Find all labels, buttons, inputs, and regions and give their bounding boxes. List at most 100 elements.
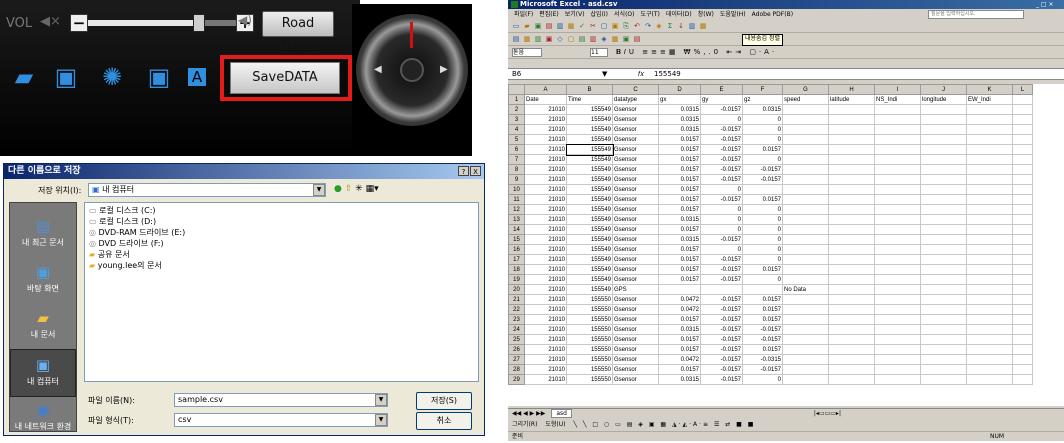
- sheet-cell[interactable]: 21010: [524, 194, 567, 205]
- column-header[interactable]: E: [700, 84, 743, 95]
- sheet-cell[interactable]: [1012, 134, 1033, 145]
- place-my-computer[interactable]: ▣ 내 컴퓨터: [10, 349, 76, 397]
- sheet-cell[interactable]: [828, 174, 875, 185]
- sheet-cell[interactable]: 155549: [566, 244, 613, 255]
- list-item[interactable]: ▰ 공유 문서: [89, 249, 130, 260]
- toolbar-button-icon[interactable]: ▥: [534, 35, 542, 43]
- column-header[interactable]: I: [874, 84, 921, 95]
- sheet-cell[interactable]: [966, 144, 1013, 155]
- sheet-cell[interactable]: Gsensor: [612, 334, 659, 345]
- sheet-cell[interactable]: [920, 244, 967, 255]
- toolbar-button-icon[interactable]: ✓: [578, 22, 586, 30]
- sheet-cell[interactable]: gz: [742, 94, 783, 105]
- sheet-cell[interactable]: 0.0157: [658, 244, 701, 255]
- row-header[interactable]: 18: [508, 264, 525, 275]
- sheet-cell[interactable]: 0.0157: [742, 344, 783, 355]
- sheet-cell[interactable]: -0.0157: [700, 334, 743, 345]
- dial-center-button[interactable]: [400, 58, 424, 82]
- sheet-cell[interactable]: 21010: [524, 174, 567, 185]
- sheet-cell[interactable]: 21010: [524, 184, 567, 195]
- column-header[interactable]: G: [782, 84, 829, 95]
- sheet-cell[interactable]: 0.0472: [658, 304, 701, 315]
- sheet-cell[interactable]: GPS: [612, 284, 659, 295]
- sheet-cell[interactable]: 0: [742, 154, 783, 165]
- sheet-cell[interactable]: 0.0315: [742, 104, 783, 115]
- sheet-cell[interactable]: [782, 174, 829, 185]
- sheet-cell[interactable]: 0.0157: [742, 264, 783, 275]
- sheet-cell[interactable]: 155550: [566, 344, 613, 355]
- sheet-cell[interactable]: [874, 264, 921, 275]
- sheet-cell[interactable]: [920, 374, 967, 385]
- sheet-cell[interactable]: 0: [742, 124, 783, 135]
- sheet-cell[interactable]: -0.0157: [700, 174, 743, 185]
- toolbar-button-icon[interactable]: ▦: [699, 22, 707, 30]
- sheet-cell[interactable]: 21010: [524, 364, 567, 375]
- sheet-cell[interactable]: [874, 354, 921, 365]
- sheet-cell[interactable]: 0.0157: [658, 264, 701, 275]
- sheet-cell[interactable]: [782, 274, 829, 285]
- sheet-cell[interactable]: [874, 174, 921, 185]
- sheet-cell[interactable]: [828, 224, 875, 235]
- sheet-cell[interactable]: [920, 164, 967, 175]
- sheet-cell[interactable]: [742, 184, 783, 195]
- row-header[interactable]: 24: [508, 324, 525, 335]
- sheet-cell[interactable]: [920, 264, 967, 275]
- chevron-down-icon[interactable]: ▼: [375, 414, 387, 426]
- cancel-button[interactable]: 취소: [416, 412, 472, 430]
- sheet-cell[interactable]: [966, 124, 1013, 135]
- font-size-select[interactable]: 11: [590, 48, 608, 57]
- sheet-cell[interactable]: [1012, 314, 1033, 325]
- sheet-cell[interactable]: 0.0315: [658, 324, 701, 335]
- sheet-cell[interactable]: [828, 154, 875, 165]
- sheet-cell[interactable]: [828, 104, 875, 115]
- sheet-cell[interactable]: -0.0157: [700, 364, 743, 375]
- sheet-cell[interactable]: [1012, 334, 1033, 345]
- sheet-cell[interactable]: -0.0315: [742, 354, 783, 365]
- sheet-cell[interactable]: -0.0157: [700, 354, 743, 365]
- row-header[interactable]: 13: [508, 214, 525, 225]
- sheet-cell[interactable]: Gsensor: [612, 344, 659, 355]
- sheet-cell[interactable]: [782, 194, 829, 205]
- sheet-cell[interactable]: 21010: [524, 124, 567, 135]
- sheet-cell[interactable]: 0: [700, 114, 743, 125]
- sheet-cell[interactable]: [1012, 144, 1033, 155]
- sheet-cell[interactable]: [782, 244, 829, 255]
- sheet-cell[interactable]: 21010: [524, 324, 567, 335]
- toolbar-button-icon[interactable]: ▣: [622, 35, 630, 43]
- sheet-cell[interactable]: 0.0157: [658, 184, 701, 195]
- save-in-select[interactable]: ▣ 내 컴퓨터: [88, 183, 326, 197]
- toolbar-button-icon[interactable]: ▤: [578, 35, 586, 43]
- chevron-down-icon[interactable]: ▼: [602, 69, 607, 79]
- sheet-cell[interactable]: [966, 114, 1013, 125]
- sheet-cell[interactable]: [742, 284, 783, 295]
- sheet-cell[interactable]: [782, 184, 829, 195]
- sheet-cell[interactable]: [828, 144, 875, 155]
- sheet-cell[interactable]: [828, 244, 875, 255]
- sheet-cell[interactable]: 0: [700, 224, 743, 235]
- sheet-cell[interactable]: Gsensor: [612, 124, 659, 135]
- toolbar-button-icon[interactable]: ▣: [611, 22, 619, 30]
- column-header[interactable]: D: [658, 84, 701, 95]
- list-item[interactable]: ◎ DVD 드라이브 (F:): [89, 238, 164, 249]
- sheet-cell[interactable]: [828, 204, 875, 215]
- sheet-cell[interactable]: Gsensor: [612, 204, 659, 215]
- sheet-cell[interactable]: 21010: [524, 304, 567, 315]
- chevron-down-icon[interactable]: ▼: [313, 184, 325, 196]
- sheet-cell[interactable]: 0: [742, 374, 783, 385]
- dial-left-arrow-icon[interactable]: ◀: [374, 64, 382, 75]
- sheet-cell[interactable]: -0.0157: [700, 104, 743, 115]
- sheet-cell[interactable]: 155549: [566, 204, 613, 215]
- sheet-cell[interactable]: [1012, 124, 1033, 135]
- toolbar-button-icon[interactable]: ▤: [512, 35, 520, 43]
- volume-knob[interactable]: [193, 14, 205, 32]
- menu-item[interactable]: Adobe PDF(B): [752, 11, 793, 18]
- sheet-cell[interactable]: 0.0157: [658, 204, 701, 215]
- sheet-cell[interactable]: -0.0157: [700, 304, 743, 315]
- sheet-cell[interactable]: [920, 324, 967, 335]
- sheet-cell[interactable]: Gsensor: [612, 104, 659, 115]
- sheet-cell[interactable]: [1012, 204, 1033, 215]
- sheet-cell[interactable]: EW_Indi: [966, 94, 1013, 105]
- sheet-cell[interactable]: [874, 294, 921, 305]
- row-header[interactable]: 28: [508, 364, 525, 375]
- sheet-cell[interactable]: [828, 164, 875, 175]
